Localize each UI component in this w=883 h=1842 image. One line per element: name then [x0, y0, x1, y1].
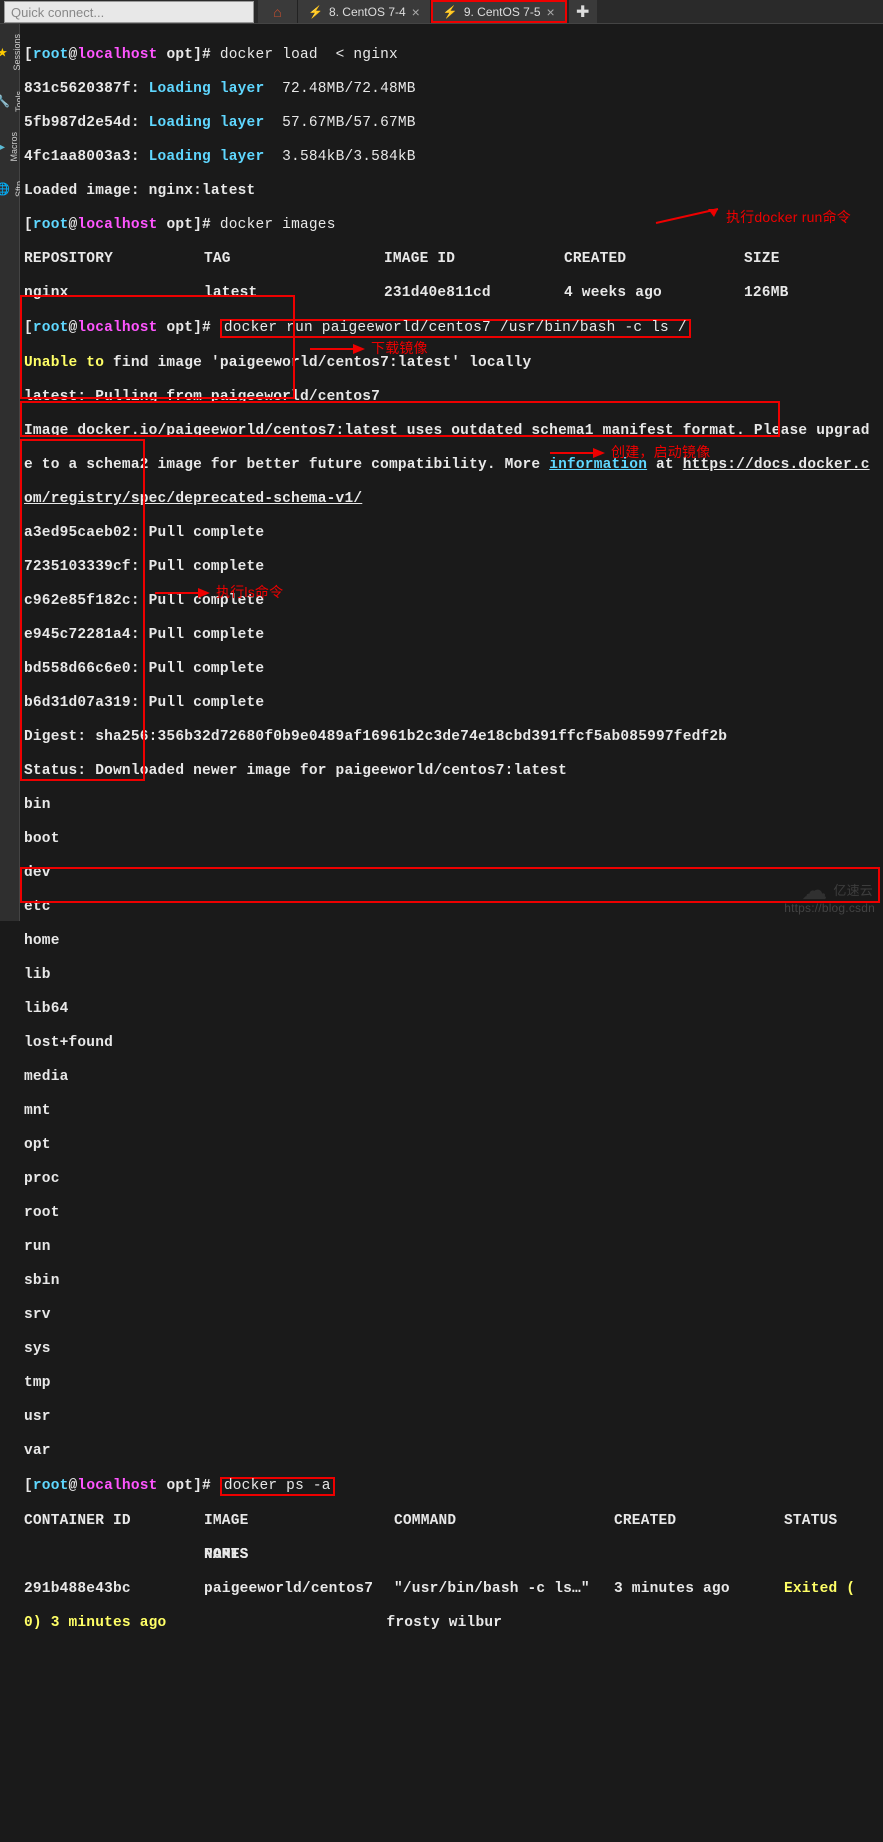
- sidebar: ★Sessions 🔧Tools ▸Macros 🌐Sftp: [0, 24, 20, 921]
- pull-line: 7235103339cf: Pull complete: [24, 559, 879, 576]
- cmd-docker-run: docker run paigeeworld/centos7 /usr/bin/…: [220, 319, 691, 338]
- terminal-line: Unable to find image 'paigeeworld/centos…: [24, 355, 879, 372]
- cmd-docker-ps: docker ps -a: [220, 1477, 335, 1496]
- sidebar-item-sessions[interactable]: ★Sessions: [0, 34, 22, 71]
- ls-line: etc: [24, 899, 879, 916]
- new-tab-button[interactable]: ✚: [567, 0, 597, 23]
- tab-centos-7-5[interactable]: ⚡ 9. CentOS 7-5 ×: [431, 0, 567, 23]
- ls-line: tmp: [24, 1375, 879, 1392]
- ls-line: opt: [24, 1137, 879, 1154]
- tab-label: 8. CentOS 7-4: [329, 5, 406, 19]
- close-icon[interactable]: ×: [547, 4, 555, 20]
- terminal-line: Loaded image: nginx:latest: [24, 183, 879, 200]
- pull-line: a3ed95caeb02: Pull complete: [24, 525, 879, 542]
- cmd-docker-images: docker images: [220, 217, 336, 233]
- plus-icon: ✚: [576, 2, 589, 22]
- terminal-line: [root@localhost opt]# docker images: [24, 217, 879, 234]
- pull-line: b6d31d07a319: Pull complete: [24, 695, 879, 712]
- ls-line: sys: [24, 1341, 879, 1358]
- ls-line: lib: [24, 967, 879, 984]
- ls-line: run: [24, 1239, 879, 1256]
- terminal-line: [root@localhost opt]# docker run paigeew…: [24, 319, 879, 338]
- pull-line: bd558d66c6e0: Pull complete: [24, 661, 879, 678]
- terminal-line: 5fb987d2e54d: Loading layer 57.67MB/57.6…: [24, 115, 879, 132]
- ls-line: mnt: [24, 1103, 879, 1120]
- watermark: ☁亿速云: [801, 882, 873, 899]
- ls-line: sbin: [24, 1273, 879, 1290]
- globe-icon: 🌐: [0, 182, 10, 196]
- footer-text: https://blog.csdn: [784, 900, 875, 917]
- quick-connect-placeholder: Quick connect...: [11, 5, 104, 20]
- sidebar-item-macros[interactable]: ▸Macros: [0, 132, 20, 162]
- close-icon[interactable]: ×: [412, 4, 420, 20]
- terminal-line: Image docker.io/paigeeworld/centos7:late…: [24, 423, 879, 440]
- ls-line: boot: [24, 831, 879, 848]
- wrench-icon: 🔧: [0, 94, 10, 108]
- ls-line: home: [24, 933, 879, 950]
- tab-label: 9. CentOS 7-5: [464, 5, 541, 19]
- tab-centos-7-4[interactable]: ⚡ 8. CentOS 7-4 ×: [298, 0, 431, 23]
- ps-header-2: PORTSNAMES: [24, 1547, 879, 1564]
- ls-line: dev: [24, 865, 879, 882]
- terminal-line: 831c5620387f: Loading layer 72.48MB/72.4…: [24, 81, 879, 98]
- ls-line: bin: [24, 797, 879, 814]
- ls-line: var: [24, 1443, 879, 1460]
- ls-line: root: [24, 1205, 879, 1222]
- ls-line: lost+found: [24, 1035, 879, 1052]
- ls-line: media: [24, 1069, 879, 1086]
- terminal-line: latest: Pulling from paigeeworld/centos7: [24, 389, 879, 406]
- ls-line: srv: [24, 1307, 879, 1324]
- top-bar: Quick connect... ⌂ ⚡ 8. CentOS 7-4 × ⚡ 9…: [0, 0, 883, 24]
- highlight-box-pulls: [20, 295, 295, 399]
- quick-connect-input[interactable]: Quick connect...: [4, 1, 254, 23]
- status-line: Status: Downloaded newer image for paige…: [24, 763, 879, 780]
- terminal-line: e to a schema2 image for better future c…: [24, 457, 879, 474]
- ls-line: lib64: [24, 1001, 879, 1018]
- star-icon: ★: [0, 45, 8, 59]
- terminal-line: om/registry/spec/deprecated-schema-v1/: [24, 491, 879, 508]
- images-header: REPOSITORYTAGIMAGE IDCREATEDSIZE: [24, 251, 879, 268]
- home-icon: ⌂: [273, 4, 281, 20]
- bolt-icon: ⚡: [443, 5, 458, 19]
- ps-row: 291b488e43bcpaigeeworld/centos7"/usr/bin…: [24, 1581, 879, 1598]
- bolt-icon: ⚡: [308, 5, 323, 19]
- terminal-line: [root@localhost opt]# docker load < ngin…: [24, 47, 879, 64]
- ls-line: usr: [24, 1409, 879, 1426]
- tab-home[interactable]: ⌂: [258, 0, 298, 23]
- terminal-line: 4fc1aa8003a3: Loading layer 3.584kB/3.58…: [24, 149, 879, 166]
- cmd-docker-load: docker load < nginx: [220, 47, 398, 63]
- play-icon: ▸: [0, 139, 6, 153]
- terminal-line: [root@localhost opt]# docker ps -a: [24, 1477, 879, 1496]
- ps-row-2: 0) 3 minutes agofrosty wilbur: [24, 1615, 879, 1632]
- cloud-icon: ☁: [801, 882, 827, 899]
- terminal-output[interactable]: [root@localhost opt]# docker load < ngin…: [20, 24, 883, 921]
- pull-line: c962e85f182c: Pull complete: [24, 593, 879, 610]
- pull-line: e945c72281a4: Pull complete: [24, 627, 879, 644]
- ls-line: proc: [24, 1171, 879, 1188]
- ps-header: CONTAINER IDIMAGECOMMANDCREATEDSTATUS: [24, 1513, 879, 1530]
- images-row: nginxlatest231d40e811cd4 weeks ago126MB: [24, 285, 879, 302]
- digest-line: Digest: sha256:356b32d72680f0b9e0489af16…: [24, 729, 879, 746]
